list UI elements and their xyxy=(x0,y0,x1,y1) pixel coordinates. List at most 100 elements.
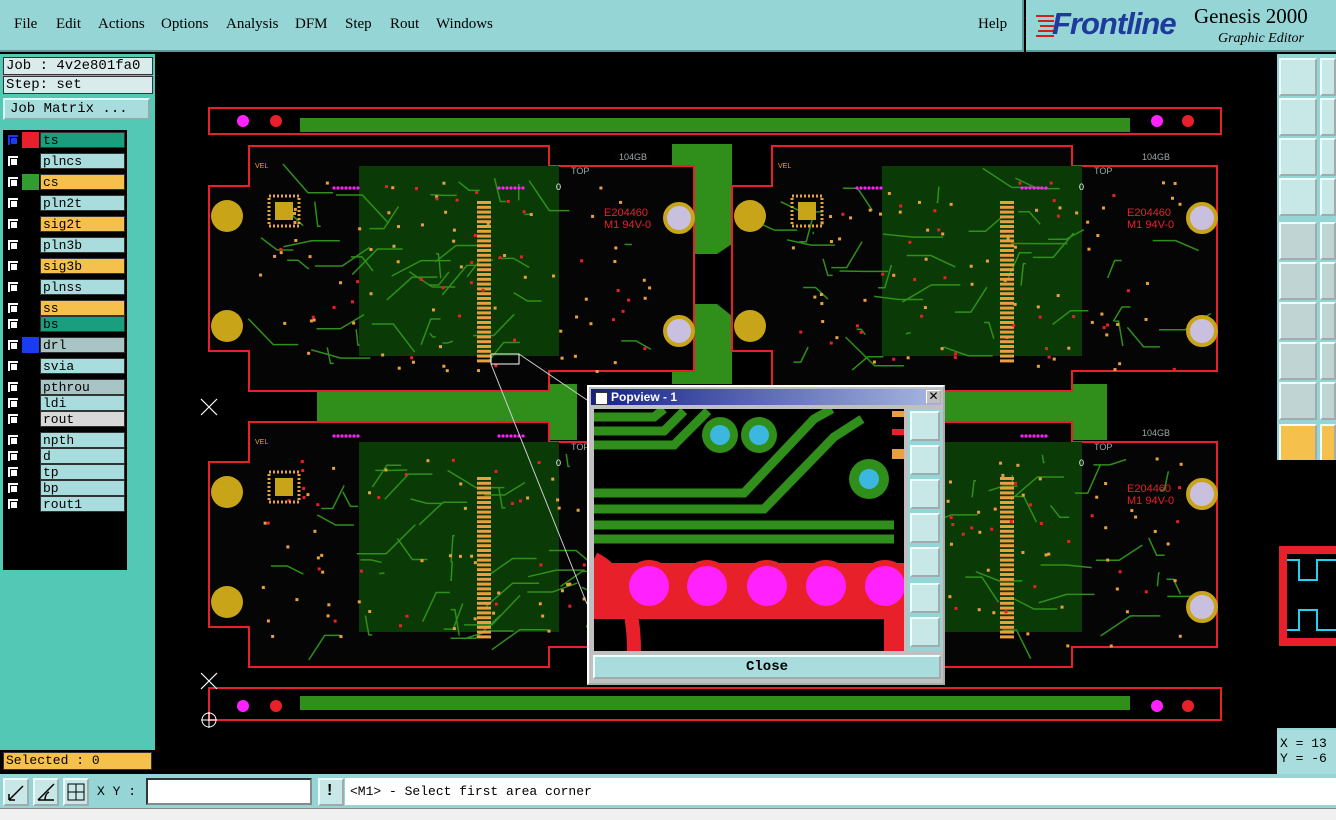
pointer-icon[interactable] xyxy=(1279,424,1317,462)
layer-color-swatch[interactable] xyxy=(22,258,39,274)
layer-checkbox[interactable] xyxy=(7,434,19,446)
pad-alt-icon[interactable] xyxy=(1320,342,1336,380)
line-alt-icon[interactable] xyxy=(1320,302,1336,340)
connect-alt-icon[interactable] xyxy=(1320,262,1336,300)
layer-checkbox[interactable] xyxy=(7,498,19,510)
layer-name[interactable]: svia xyxy=(40,358,125,374)
layer-name[interactable]: pln3b xyxy=(40,237,125,253)
fit-alt-icon[interactable] xyxy=(1320,178,1336,216)
pointer-alt-icon[interactable] xyxy=(1320,424,1336,462)
layer-row-plnss[interactable]: plnss xyxy=(5,279,125,295)
arc-icon[interactable] xyxy=(1279,382,1317,420)
layer-row-ts[interactable]: ts xyxy=(5,132,125,148)
open-alt-icon[interactable] xyxy=(1320,58,1336,96)
layer-checkbox[interactable] xyxy=(7,197,19,209)
layer-row-plncs[interactable]: plncs xyxy=(5,153,125,169)
layer-checkbox[interactable] xyxy=(7,397,19,409)
menu-rout[interactable]: Rout xyxy=(390,16,419,33)
menu-analysis[interactable]: Analysis xyxy=(226,16,279,33)
layer-color-swatch[interactable] xyxy=(22,174,39,190)
measure-icon[interactable] xyxy=(33,778,59,806)
layer-checkbox[interactable] xyxy=(7,281,19,293)
layer-row-sig2t[interactable]: sig2t xyxy=(5,216,125,232)
layer-row-pln2t[interactable]: pln2t xyxy=(5,195,125,211)
menu-options[interactable]: Options xyxy=(161,16,209,33)
layer-color-swatch[interactable] xyxy=(22,300,39,316)
menu-edit[interactable]: Edit xyxy=(56,16,81,33)
pan-down-icon[interactable] xyxy=(910,479,940,509)
layer-color-swatch[interactable] xyxy=(22,432,39,448)
layer-color-swatch[interactable] xyxy=(22,411,39,427)
layer-color-swatch[interactable] xyxy=(22,448,39,464)
layer-name[interactable]: ts xyxy=(40,132,125,148)
connect-icon[interactable] xyxy=(1279,262,1317,300)
popview-close-button[interactable]: Close xyxy=(593,655,941,679)
layer-color-swatch[interactable] xyxy=(22,216,39,232)
layer-row-cs[interactable]: cs xyxy=(5,174,125,190)
menu-step[interactable]: Step xyxy=(345,16,372,33)
menu-actions[interactable]: Actions xyxy=(98,16,145,33)
layer-row-rout[interactable]: rout xyxy=(5,411,125,427)
pan-right-icon[interactable] xyxy=(910,547,940,577)
layer-checkbox[interactable] xyxy=(7,360,19,372)
layer-row-bp[interactable]: bp xyxy=(5,480,125,496)
snap-alt-icon[interactable] xyxy=(1320,138,1336,176)
layer-checkbox[interactable] xyxy=(7,176,19,188)
layer-color-swatch[interactable] xyxy=(22,337,39,353)
layer-checkbox[interactable] xyxy=(7,155,19,167)
layer-color-swatch[interactable] xyxy=(22,316,39,332)
layer-color-swatch[interactable] xyxy=(22,464,39,480)
layer-checkbox[interactable] xyxy=(7,239,19,251)
layer-name[interactable]: npth xyxy=(40,432,125,448)
display-icon[interactable] xyxy=(1279,222,1317,260)
warning-icon[interactable]: ! xyxy=(318,778,344,806)
layer-name[interactable]: pln2t xyxy=(40,195,125,211)
menu-file[interactable]: File xyxy=(14,16,37,33)
layer-name[interactable]: d xyxy=(40,448,125,464)
layer-row-pln3b[interactable]: pln3b xyxy=(5,237,125,253)
layer-name[interactable]: plnss xyxy=(40,279,125,295)
layer-color-swatch[interactable] xyxy=(22,395,39,411)
layer-color-swatch[interactable] xyxy=(22,237,39,253)
layer-row-d[interactable]: d xyxy=(5,448,125,464)
pan-up-icon[interactable] xyxy=(910,445,940,475)
display-alt-icon[interactable] xyxy=(1320,222,1336,260)
pan-left-icon[interactable] xyxy=(910,513,940,543)
open-icon[interactable] xyxy=(1279,58,1317,96)
layer-color-swatch[interactable] xyxy=(22,480,39,496)
menu-help[interactable]: Help xyxy=(978,16,1007,33)
layer-row-rout1[interactable]: rout1 xyxy=(5,496,125,512)
layer-row-svia[interactable]: svia xyxy=(5,358,125,374)
snap-icon[interactable] xyxy=(1279,138,1317,176)
layer-checkbox[interactable] xyxy=(7,381,19,393)
layer-name[interactable]: sig3b xyxy=(40,258,125,274)
layer-name[interactable]: bs xyxy=(40,316,125,332)
layer-name[interactable]: tp xyxy=(40,464,125,480)
layer-row-bs[interactable]: bs xyxy=(5,316,125,332)
menu-dfm[interactable]: DFM xyxy=(295,16,328,33)
pad-icon[interactable] xyxy=(1279,342,1317,380)
layer-checkbox[interactable] xyxy=(7,134,19,146)
job-matrix-button[interactable]: Job Matrix ... xyxy=(3,98,150,120)
line-icon[interactable] xyxy=(1279,302,1317,340)
layer-checkbox[interactable] xyxy=(7,466,19,478)
layer-checkbox[interactable] xyxy=(7,339,19,351)
layer-name[interactable]: ss xyxy=(40,300,125,316)
layer-color-swatch[interactable] xyxy=(22,379,39,395)
layer-row-pthrou[interactable]: pthrou xyxy=(5,379,125,395)
layer-row-ss[interactable]: ss xyxy=(5,300,125,316)
layer-checkbox[interactable] xyxy=(7,260,19,272)
popview-zoom-view[interactable] xyxy=(594,409,904,651)
layer-checkbox[interactable] xyxy=(7,413,19,425)
popview-close-icon[interactable]: ✕ xyxy=(926,390,941,404)
layer-row-drl[interactable]: drl xyxy=(5,337,125,353)
layer-checkbox[interactable] xyxy=(7,482,19,494)
fit-view-icon[interactable] xyxy=(910,583,940,613)
layer-name[interactable]: sig2t xyxy=(40,216,125,232)
layer-name[interactable]: rout xyxy=(40,411,125,427)
popview-zoom-icon[interactable] xyxy=(910,411,940,441)
xy-input[interactable] xyxy=(146,778,312,805)
layer-name[interactable]: drl xyxy=(40,337,125,353)
layer-name[interactable]: rout1 xyxy=(40,496,125,512)
layer-color-swatch[interactable] xyxy=(22,132,39,148)
